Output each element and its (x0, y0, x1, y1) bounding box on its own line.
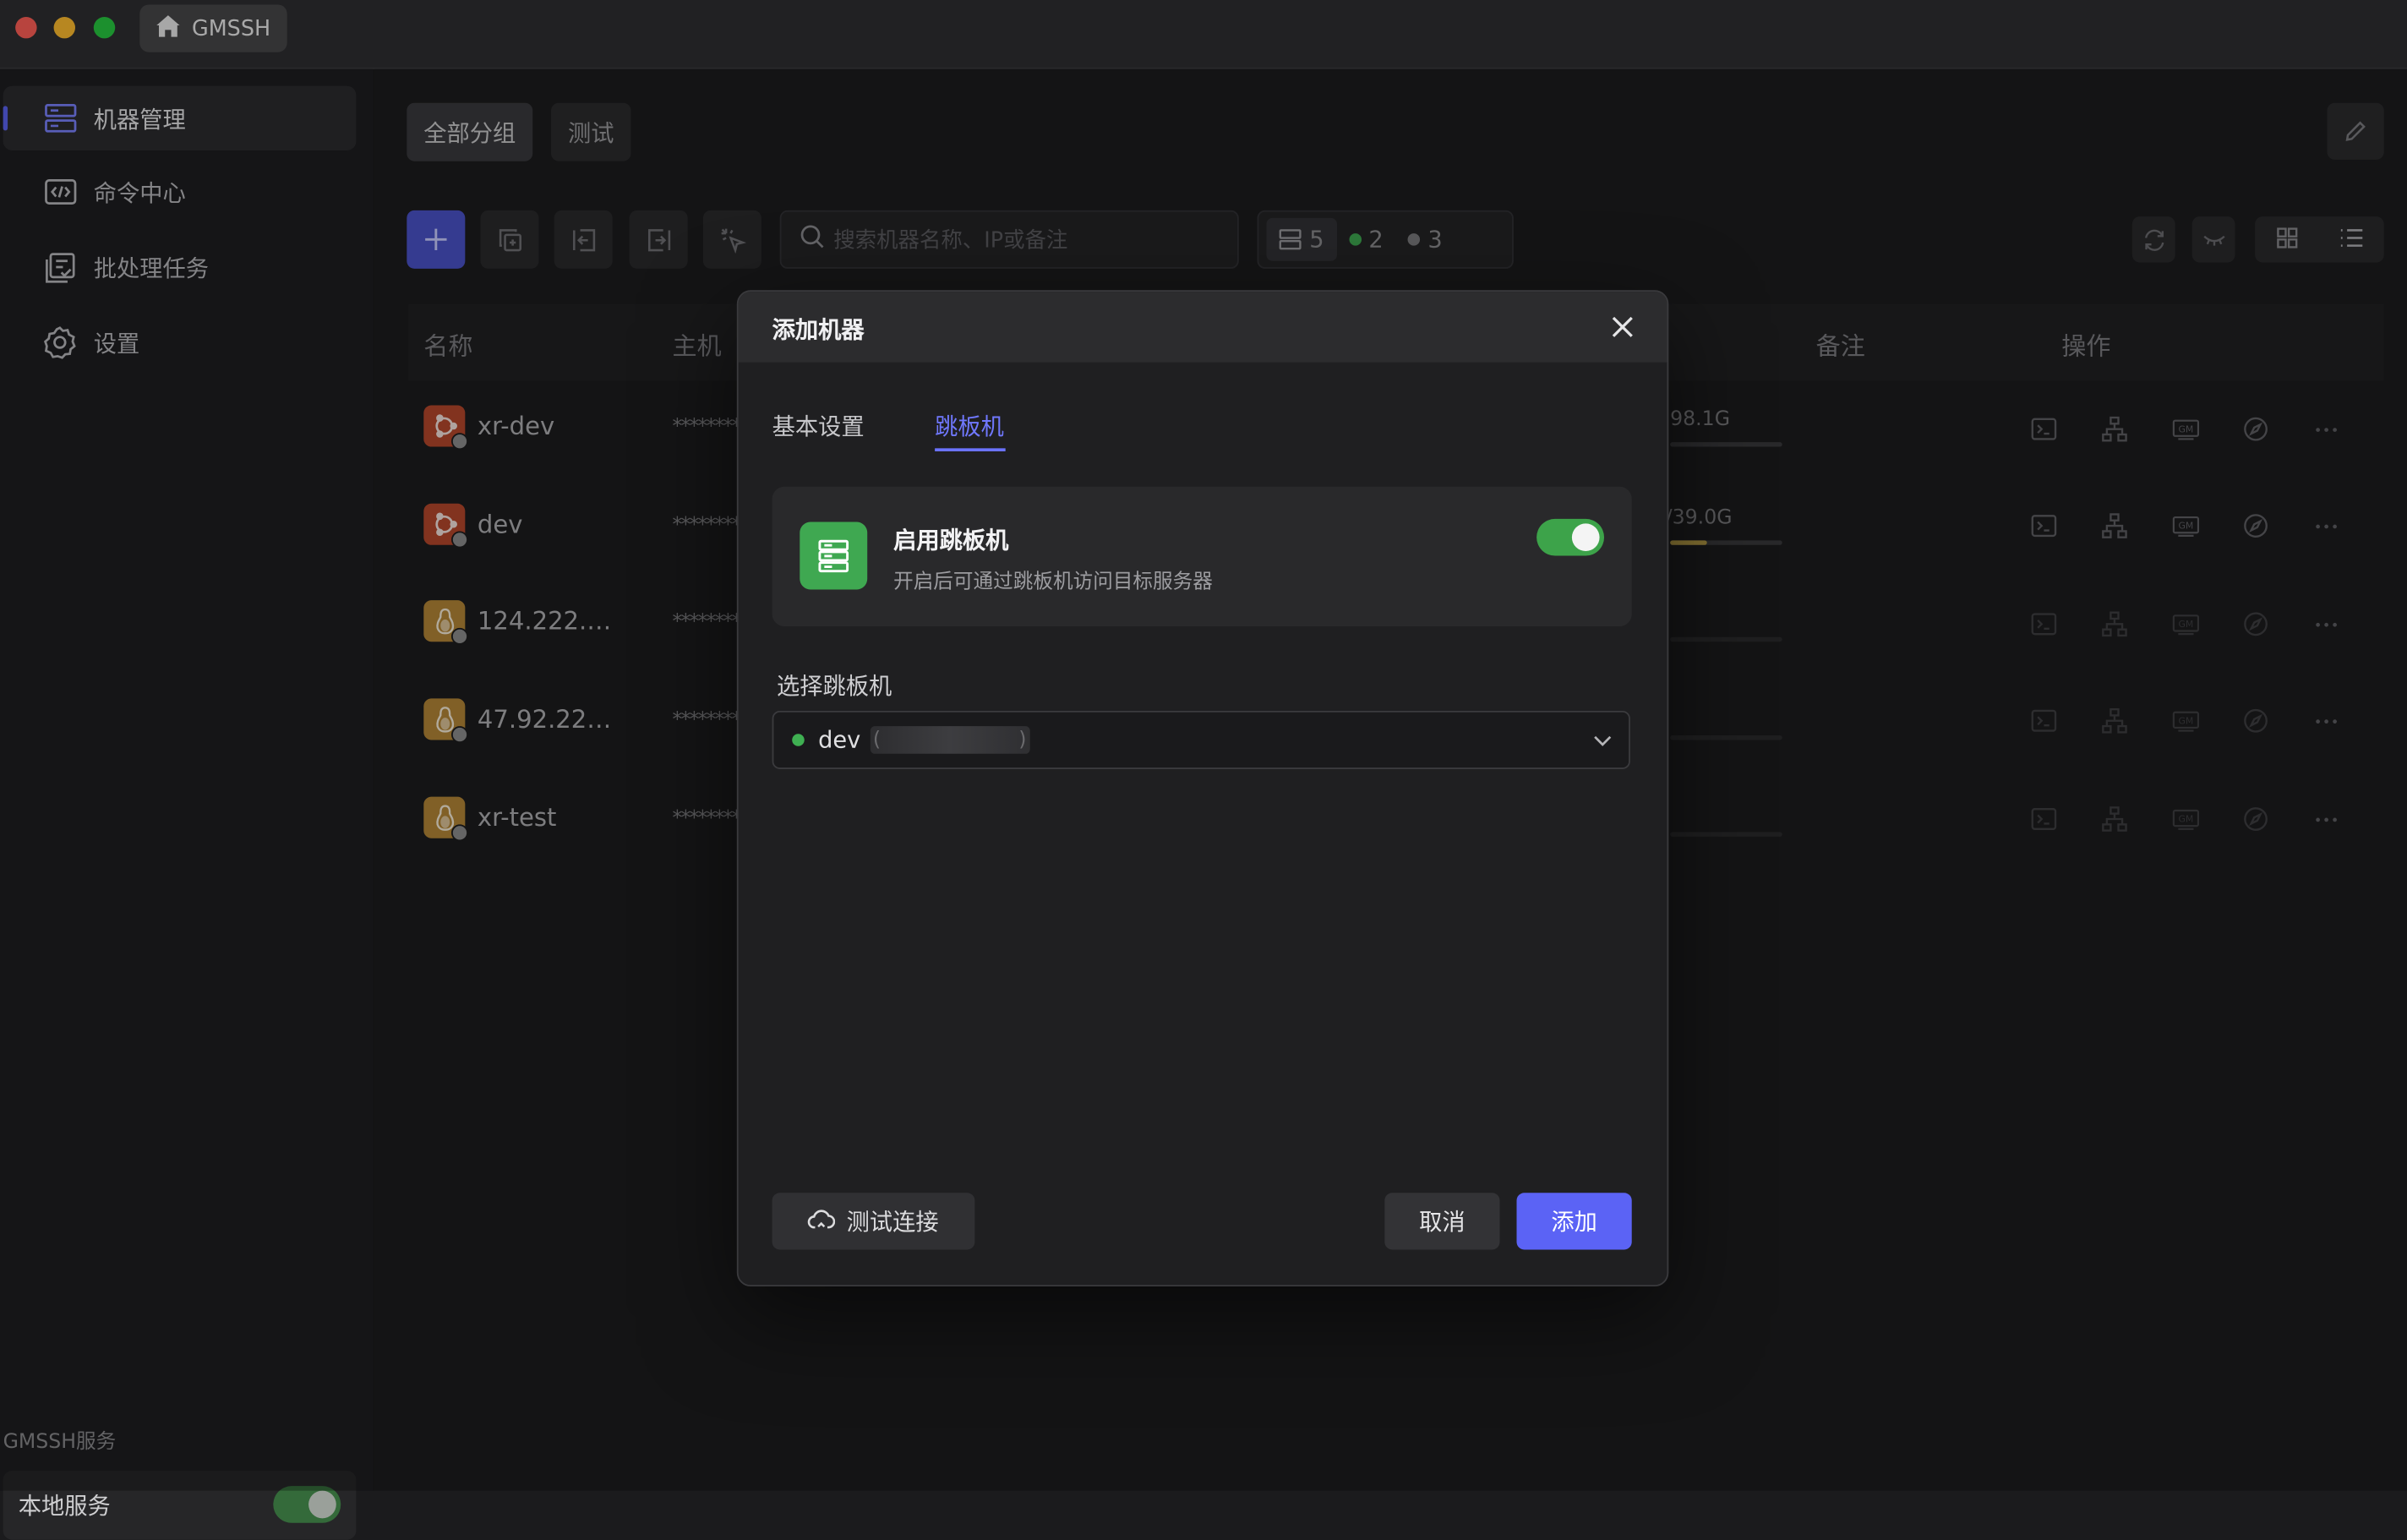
test-connection-label: 测试连接 (846, 1208, 939, 1237)
server-list-icon (800, 522, 868, 590)
jump-host-description: 开启后可通过跳板机访问目标服务器 (893, 571, 1213, 594)
local-service-label: 本地服务 (18, 1492, 111, 1521)
add-button[interactable]: 添加 (1516, 1193, 1632, 1250)
online-status-dot (792, 734, 805, 746)
dialog-title: 添加机器 (772, 316, 865, 344)
jump-host-select[interactable]: dev ( ) (772, 710, 1630, 769)
test-connection-button[interactable]: 测试连接 (772, 1193, 975, 1250)
select-jump-host-label: 选择跳板机 (777, 672, 892, 701)
local-service-toggle[interactable] (273, 1486, 341, 1523)
active-tab-indicator (935, 448, 1006, 451)
chevron-down-icon (1592, 728, 1613, 757)
cloud-icon (808, 1208, 837, 1236)
tab-jump-host[interactable]: 跳板机 (935, 410, 1004, 442)
selected-jump-host: dev (818, 726, 861, 754)
jump-host-toggle[interactable] (1536, 518, 1605, 556)
add-machine-dialog: 添加机器 基本设置 跳板机 启用跳板机 开启后可通过跳板机访问目标服务器 选择跳… (736, 290, 1669, 1287)
jump-host-title: 启用跳板机 (893, 526, 1009, 554)
tab-basic-settings[interactable]: 基本设置 (772, 410, 865, 442)
cancel-button[interactable]: 取消 (1384, 1193, 1500, 1250)
redacted-host-info: ( ) (870, 726, 1030, 754)
dialog-header: 添加机器 (738, 292, 1667, 363)
close-icon[interactable] (1606, 310, 1640, 344)
jump-host-card: 启用跳板机 开启后可通过跳板机访问目标服务器 (772, 486, 1632, 627)
